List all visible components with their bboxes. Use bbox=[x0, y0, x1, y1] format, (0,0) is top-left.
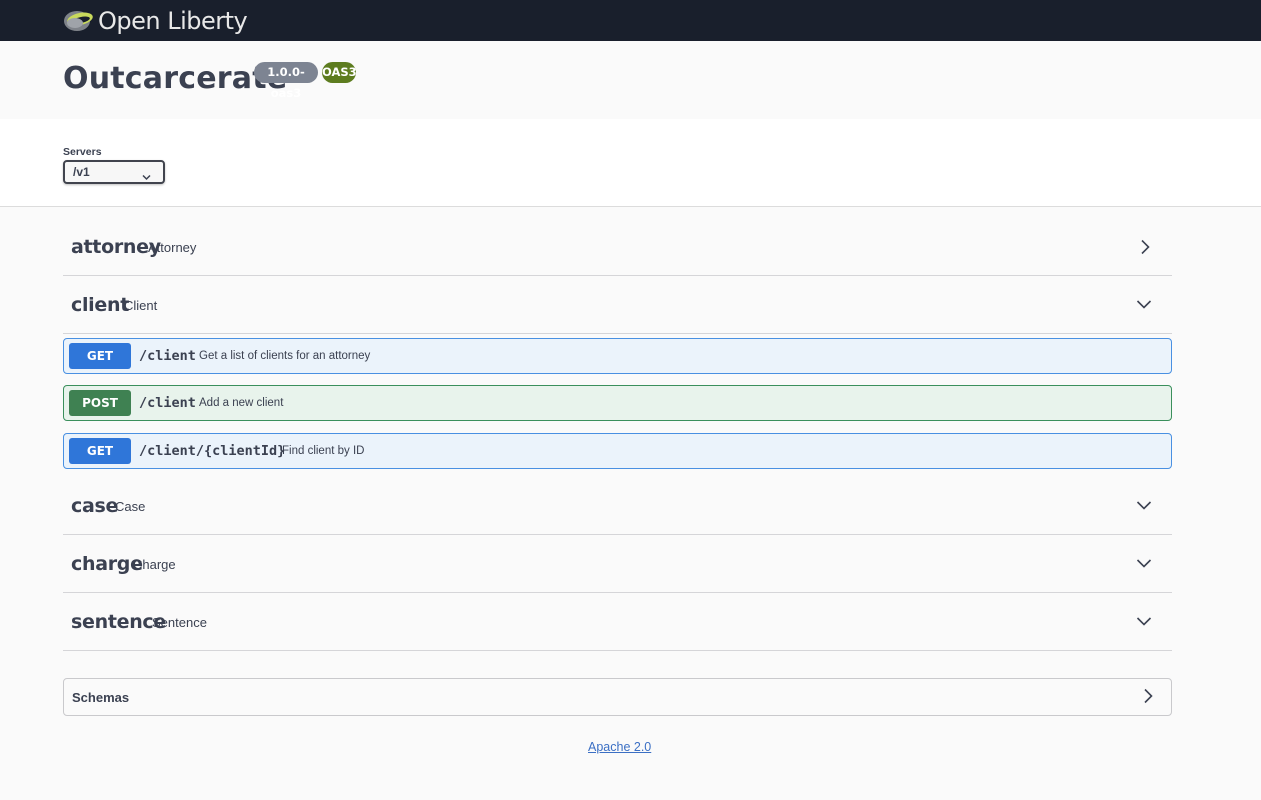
tag-name: charge bbox=[71, 553, 143, 575]
brand-name: Open Liberty bbox=[98, 7, 248, 35]
servers-selected-value: /v1 bbox=[73, 165, 90, 179]
method-badge: POST bbox=[69, 390, 131, 416]
operation-get-client-by-id[interactable]: GET /client/{clientId} Find client by ID bbox=[63, 433, 1172, 469]
tag-name: case bbox=[71, 495, 119, 517]
tag-name: client bbox=[71, 294, 129, 316]
operation-post-client[interactable]: POST /client Add a new client bbox=[63, 385, 1172, 421]
tag-description: Case bbox=[115, 499, 146, 514]
open-liberty-logo-icon bbox=[63, 9, 96, 33]
operation-get-client[interactable]: GET /client Get a list of clients for an… bbox=[63, 338, 1172, 374]
version-badge: 1.0.0-oas3 bbox=[254, 62, 318, 100]
tag-description: Client bbox=[124, 298, 158, 313]
license-link[interactable]: Apache 2.0 bbox=[588, 739, 651, 755]
chevron-down-icon bbox=[142, 167, 151, 187]
info-section: Outcarcerate 1.0.0-oas3 OAS3 bbox=[0, 41, 1261, 119]
tag-description: Charge bbox=[133, 557, 176, 572]
chevron-down-icon[interactable] bbox=[1136, 556, 1152, 575]
operation-path: /client bbox=[139, 348, 196, 364]
operation-path: /client/{clientId} bbox=[139, 443, 286, 459]
tag-section-charge[interactable]: charge Charge bbox=[63, 534, 1172, 593]
chevron-down-icon[interactable] bbox=[1136, 614, 1152, 633]
operation-summary: Find client by ID bbox=[282, 445, 365, 457]
schemas-label: Schemas bbox=[72, 690, 130, 705]
top-bar: Open Liberty bbox=[0, 0, 1261, 41]
tag-section-attorney[interactable]: attorney Attorney bbox=[63, 217, 1172, 276]
tag-section-case[interactable]: case Case bbox=[63, 476, 1172, 535]
brand-link[interactable]: Open Liberty bbox=[63, 6, 248, 36]
chevron-right-icon[interactable] bbox=[1141, 688, 1155, 709]
servers-label: Servers bbox=[63, 146, 102, 158]
oas-badge: OAS3 bbox=[322, 62, 357, 83]
operation-summary: Get a list of clients for an attorney bbox=[199, 350, 371, 362]
schemas-section[interactable]: Schemas bbox=[63, 678, 1172, 716]
chevron-right-icon[interactable] bbox=[1138, 239, 1152, 260]
tag-description: Sentence bbox=[152, 615, 207, 630]
api-title: Outcarcerate bbox=[63, 61, 288, 96]
tag-description: Attorney bbox=[148, 240, 197, 255]
method-badge: GET bbox=[69, 438, 131, 464]
method-badge: GET bbox=[69, 343, 131, 369]
tag-section-client[interactable]: client Client bbox=[63, 275, 1172, 334]
servers-select[interactable]: /v1 bbox=[63, 160, 165, 184]
chevron-down-icon[interactable] bbox=[1136, 498, 1152, 517]
servers-section: Servers /v1 bbox=[0, 119, 1261, 207]
tag-section-sentence[interactable]: sentence Sentence bbox=[63, 592, 1172, 651]
chevron-down-icon[interactable] bbox=[1136, 297, 1152, 316]
operation-summary: Add a new client bbox=[199, 397, 284, 409]
operation-path: /client bbox=[139, 395, 196, 411]
